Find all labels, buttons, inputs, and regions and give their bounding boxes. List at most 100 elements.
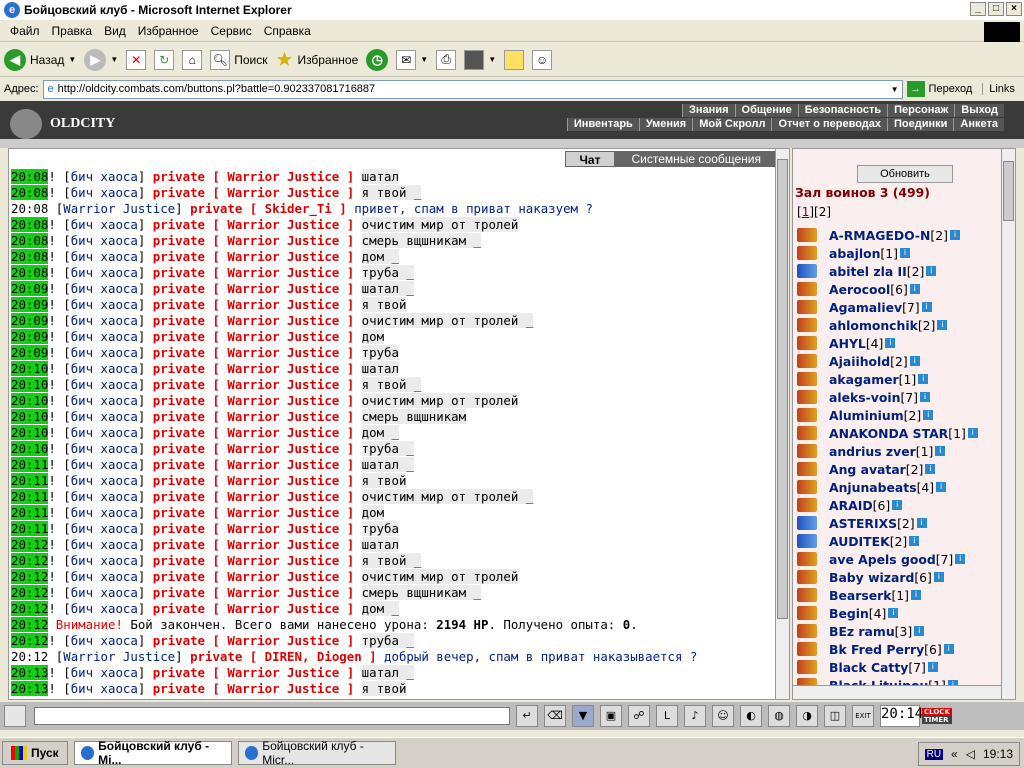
chat-nick[interactable]: бич хаоса	[71, 393, 138, 408]
player-status-icon[interactable]	[797, 228, 817, 242]
print-icon[interactable]: ⎙	[436, 49, 457, 70]
info-icon[interactable]: i	[936, 482, 947, 492]
refresh-button[interactable]: Обновить	[857, 165, 953, 183]
player-status-icon[interactable]	[797, 444, 817, 458]
menu-file[interactable]: Файл	[4, 24, 46, 38]
players-hscrollbar[interactable]	[793, 685, 1001, 699]
chat-time[interactable]: 20:10	[11, 361, 49, 376]
player-name[interactable]: ANAKONDA STAR	[829, 426, 948, 441]
nav-security[interactable]: Безопасность	[797, 104, 888, 117]
nav-profile[interactable]: Анкета	[953, 118, 1004, 131]
player-name[interactable]: A-RMAGEDO-N	[829, 228, 930, 243]
player-name[interactable]: AUDITEK	[829, 534, 890, 549]
chat-input[interactable]	[34, 707, 510, 725]
nav-fights[interactable]: Поединки	[887, 118, 954, 131]
player-name[interactable]: aleks-voin	[829, 390, 900, 405]
info-icon[interactable]: i	[892, 500, 903, 510]
taskbar-window-2[interactable]: Бойцовский клуб - Micr...	[237, 739, 396, 767]
chat-nick[interactable]: бич хаоса	[71, 521, 138, 536]
home-icon[interactable]: ⌂	[182, 49, 203, 70]
chat-time[interactable]: 20:08	[11, 249, 49, 264]
chat-time[interactable]: 20:12	[11, 569, 49, 584]
chat-private-target[interactable]: private [ Warrior Justice ]	[153, 185, 354, 200]
chat-nick[interactable]: бич хаоса	[71, 489, 138, 504]
chat-private-target[interactable]: private [ Warrior Justice ]	[153, 457, 354, 472]
info-icon[interactable]: i	[949, 230, 960, 240]
chat-nick[interactable]: бич хаоса	[71, 233, 138, 248]
chat-private-target[interactable]: private [ Warrior Justice ]	[153, 665, 354, 680]
chat-time[interactable]: 20:12	[11, 585, 49, 600]
player-status-icon[interactable]	[797, 642, 817, 656]
info-icon[interactable]: i	[916, 518, 927, 528]
chat-time[interactable]: 20:09	[11, 281, 49, 296]
gift-button[interactable]: ◫	[824, 705, 846, 727]
info-icon[interactable]: i	[926, 266, 937, 276]
address-input[interactable]: e http://oldcity.combats.com/buttons.pl?b…	[42, 79, 903, 99]
mail-icon[interactable]: ✉	[396, 49, 417, 70]
chat-time[interactable]: 20:10	[11, 377, 49, 392]
chat-private-target[interactable]: private [ DIREN, Diogen ]	[190, 649, 377, 664]
player-status-icon[interactable]	[797, 318, 817, 332]
nav-inventory[interactable]: Инвентарь	[566, 118, 639, 131]
chat-private-target[interactable]: private [ Warrior Justice ]	[153, 249, 354, 264]
chat-private-target[interactable]: private [ Warrior Justice ]	[153, 233, 354, 248]
chat-time[interactable]: 20:11	[11, 457, 49, 472]
tab-system-messages[interactable]: Системные сообщения	[615, 151, 777, 167]
discuss-icon[interactable]	[504, 49, 525, 70]
player-name[interactable]: abajlon	[829, 246, 880, 261]
info-icon[interactable]: i	[885, 338, 896, 348]
save-button[interactable]: ▣	[600, 705, 622, 727]
chat-time[interactable]: 20:08	[11, 233, 49, 248]
chat-time[interactable]: 20:09	[11, 313, 49, 328]
minimize-button[interactable]: _	[970, 2, 986, 16]
nav-transfers[interactable]: Отчет о переводах	[771, 118, 888, 131]
chat-nick[interactable]: бич хаоса	[71, 409, 138, 424]
nav-character[interactable]: Персонаж	[887, 104, 955, 117]
player-status-icon[interactable]	[797, 498, 817, 512]
chat-nick[interactable]: бич хаоса	[71, 505, 138, 520]
back-button[interactable]: ◀ Назад ▼	[4, 48, 76, 71]
nav-communication[interactable]: Общение	[734, 104, 798, 117]
player-name[interactable]: Agamaliev	[829, 300, 902, 315]
tray-expand-icon[interactable]: «	[951, 747, 958, 761]
info-icon[interactable]: i	[955, 554, 966, 564]
history-icon[interactable]: ◷	[366, 48, 389, 71]
player-status-icon[interactable]	[797, 534, 817, 548]
search-button[interactable]: 🔍︎ Поиск	[210, 49, 268, 70]
chat-time[interactable]: 20:11	[11, 521, 49, 536]
player-name[interactable]: andrius zver	[829, 444, 916, 459]
mask-button[interactable]: ◑	[796, 705, 818, 727]
info-icon[interactable]: i	[914, 626, 925, 636]
chat-private-target[interactable]: private [ Warrior Justice ]	[153, 377, 354, 392]
chat-time[interactable]: 20:12	[11, 649, 48, 664]
chat-nick[interactable]: бич хаоса	[71, 249, 138, 264]
chat-private-target[interactable]: private [ Warrior Justice ]	[153, 361, 354, 376]
chat-private-target[interactable]: private [ Warrior Justice ]	[153, 505, 354, 520]
chat-time[interactable]: 20:12	[11, 633, 49, 648]
player-status-icon[interactable]	[797, 606, 817, 620]
player-name[interactable]: abitel zla II	[829, 264, 907, 279]
chat-time[interactable]: 20:09	[11, 329, 49, 344]
chat-private-target[interactable]: private [ Warrior Justice ]	[153, 265, 354, 280]
chat-nick[interactable]: бич хаоса	[71, 217, 138, 232]
chat-nick[interactable]: бич хаоса	[71, 377, 138, 392]
player-name[interactable]: Aerocool	[829, 282, 890, 297]
maximize-button[interactable]: □	[988, 2, 1004, 16]
player-name[interactable]: Bearserk	[829, 588, 891, 603]
chat-nick[interactable]: бич хаоса	[71, 665, 138, 680]
player-name[interactable]: Anjunabeats	[829, 480, 917, 495]
chat-scroll-thumb[interactable]	[777, 159, 788, 619]
chat-private-target[interactable]: private [ Warrior Justice ]	[153, 633, 354, 648]
filter-button[interactable]: ▼	[572, 705, 594, 727]
info-icon[interactable]: i	[923, 410, 934, 420]
start-button[interactable]: Пуск	[2, 741, 68, 765]
chat-nick[interactable]: бич хаоса	[71, 361, 138, 376]
chat-time[interactable]: 20:10	[11, 425, 49, 440]
player-name[interactable]: BEz ramu	[829, 624, 895, 639]
chat-nick[interactable]: бич хаоса	[71, 297, 138, 312]
chat-time[interactable]: 20:12	[11, 601, 49, 616]
inventory-button[interactable]: ◍	[768, 705, 790, 727]
chat-time[interactable]: 20:12	[11, 537, 49, 552]
chat-private-target[interactable]: private [ Warrior Justice ]	[153, 217, 354, 232]
chat-private-target[interactable]: private [ Warrior Justice ]	[153, 409, 354, 424]
